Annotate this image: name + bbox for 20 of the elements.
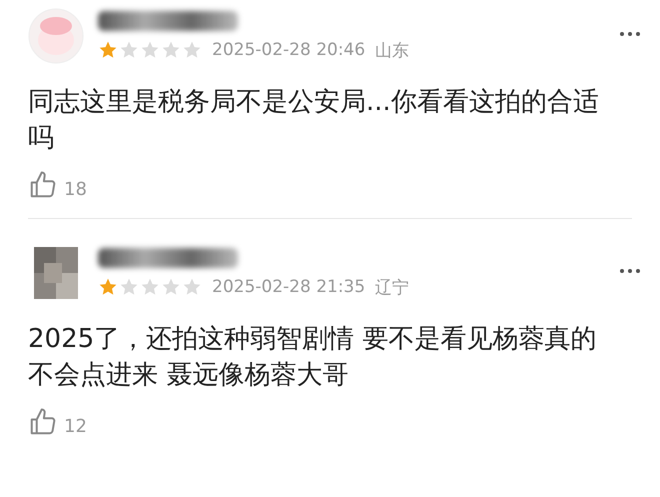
star-icon <box>182 40 202 60</box>
star-icon <box>119 277 139 297</box>
star-icon <box>182 277 202 297</box>
thumbs-up-icon <box>28 170 58 200</box>
comment-text: 2025了，还拍这种弱智剧情 要不是看见杨蓉真的不会点进来 聂远像杨蓉大哥 <box>28 323 598 392</box>
star-icon <box>98 277 118 297</box>
like-button[interactable]: 18 <box>28 170 87 200</box>
comment-text: 同志这里是税务局不是公安局...你看看这拍的合适吗 <box>28 86 600 155</box>
comment-date: 2025-02-28 20:46 <box>212 40 366 60</box>
star-icon <box>161 40 181 60</box>
star-icon <box>119 40 139 60</box>
comment-region: 辽宁 <box>375 276 410 298</box>
star-icon <box>140 40 160 60</box>
comment-date: 2025-02-28 21:35 <box>212 277 366 297</box>
star-icon <box>98 40 118 60</box>
star-icon <box>161 277 181 297</box>
thumbs-up-icon <box>28 407 58 437</box>
like-button[interactable]: 12 <box>28 407 87 437</box>
comment-region: 山东 <box>375 40 410 62</box>
star-icon <box>140 277 160 297</box>
